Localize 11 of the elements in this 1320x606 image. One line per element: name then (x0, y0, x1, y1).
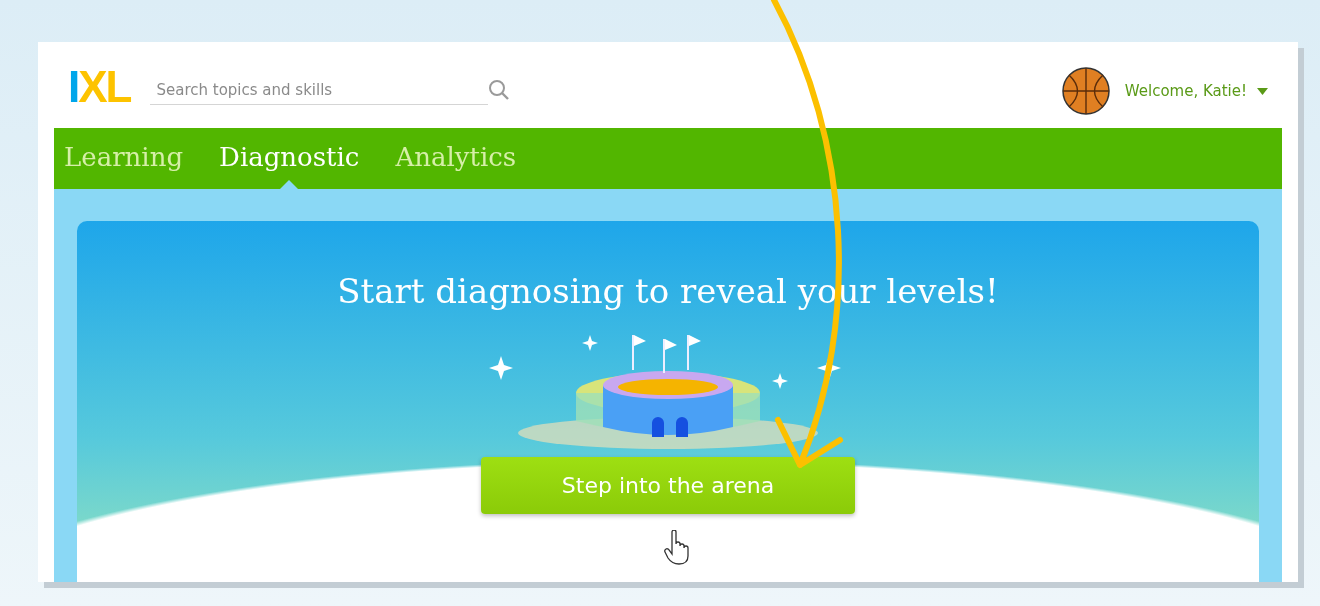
search-icon[interactable] (488, 79, 511, 101)
nav-tab[interactable]: Analytics (395, 128, 517, 189)
welcome-menu[interactable]: Welcome, Katie! (1124, 82, 1268, 100)
nav-tab[interactable]: Learning (64, 128, 184, 189)
arena-button[interactable]: Step into the arena (481, 457, 855, 514)
logo[interactable]: IXL (68, 65, 131, 109)
hand-cursor-icon (664, 530, 690, 566)
basketball-avatar-icon[interactable] (1060, 66, 1111, 116)
search-field[interactable]: Search topics and skills (150, 75, 489, 105)
caret-icon (1257, 87, 1268, 95)
nav-tab[interactable]: Diagnostic (219, 128, 360, 189)
